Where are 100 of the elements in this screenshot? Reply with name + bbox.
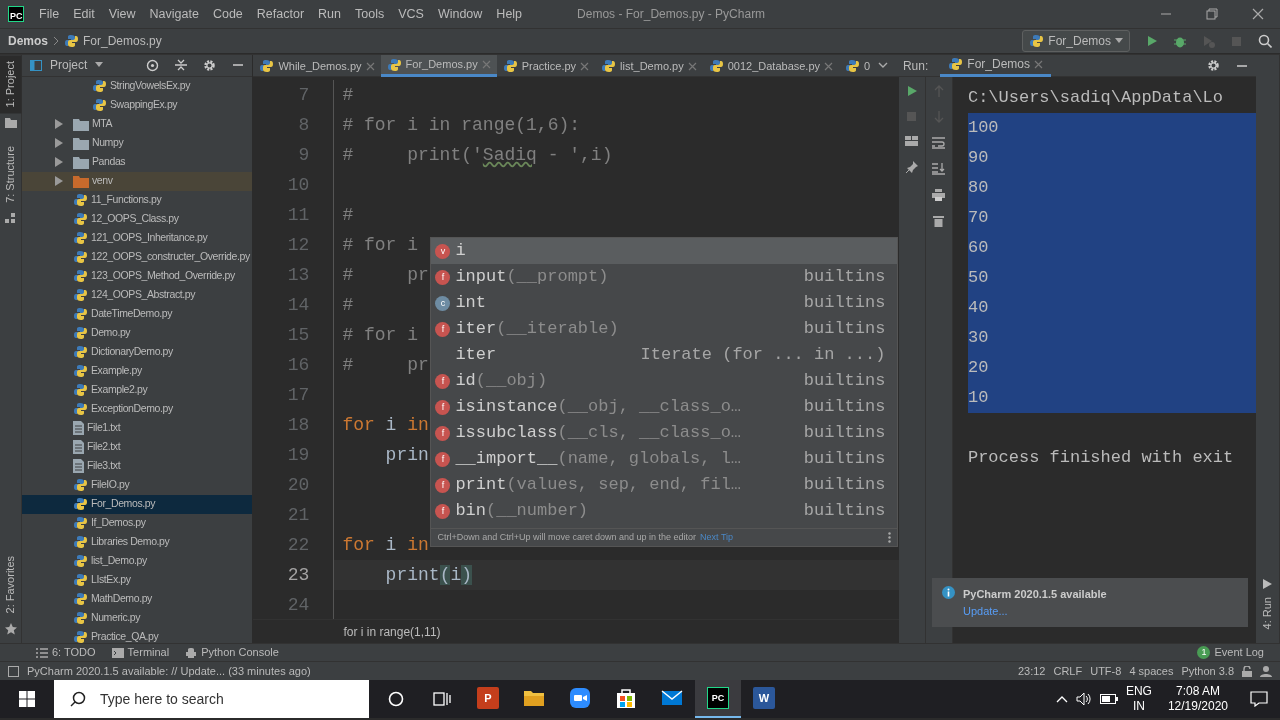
clock[interactable]: 7:08 AM 12/19/2020: [1167, 684, 1228, 714]
lock-icon[interactable]: [1242, 665, 1252, 677]
pin-icon[interactable]: [905, 161, 918, 173]
breadcrumb-item[interactable]: For_Demos.py: [83, 32, 162, 50]
run-config-dropdown[interactable]: For_Demos: [1022, 30, 1130, 52]
tree-item[interactable]: 124_OOPS_Abstract.py: [22, 285, 253, 305]
close-icon[interactable]: [580, 61, 590, 71]
collapsed-arrow-icon[interactable]: [54, 176, 64, 187]
shopping-bag-icon[interactable]: [615, 687, 637, 709]
tree-item[interactable]: DictionaryDemo.py: [22, 342, 253, 362]
tool-window-tab[interactable]: 2: Favorites: [0, 549, 22, 619]
tree-item[interactable]: ExceptionDemo.py: [22, 399, 253, 419]
tool-window-tab[interactable]: 1: Project: [0, 55, 22, 114]
menu-item[interactable]: Refactor: [249, 4, 312, 24]
tree-item[interactable]: Numeric.py: [22, 608, 253, 628]
event-log-tab[interactable]: 1 Event Log: [1197, 644, 1264, 661]
close-icon[interactable]: [1252, 8, 1264, 20]
speaker-icon[interactable]: [1075, 692, 1092, 706]
tree-item[interactable]: venv: [22, 171, 253, 191]
print-icon[interactable]: [932, 189, 946, 201]
more-icon[interactable]: [888, 532, 892, 543]
tree-item[interactable]: LIstEx.py: [22, 570, 253, 590]
cortana-icon[interactable]: [388, 691, 404, 707]
inspector-icon[interactable]: [1260, 665, 1272, 677]
menu-item[interactable]: Window: [430, 4, 490, 24]
status-item[interactable]: UTF-8: [1090, 662, 1122, 680]
status-item[interactable]: CRLF: [1053, 662, 1083, 680]
tree-item[interactable]: 12_OOPS_Class.py: [22, 209, 253, 229]
tree-item[interactable]: Practice_QA.py: [22, 627, 253, 643]
tree-item[interactable]: If_Demos.py: [22, 513, 253, 533]
tree-item[interactable]: Demo.py: [22, 323, 253, 343]
chevron-up-icon[interactable]: [1055, 695, 1068, 703]
tree-item[interactable]: MTA: [22, 114, 253, 134]
caret-icon[interactable]: [95, 62, 104, 69]
restore-icon[interactable]: [1206, 8, 1218, 20]
start-icon[interactable]: [19, 691, 35, 707]
menu-item[interactable]: VCS: [391, 4, 431, 24]
tree-item[interactable]: Libraries Demo.py: [22, 532, 253, 552]
collapse-icon[interactable]: [175, 59, 188, 72]
task-view-icon[interactable]: [433, 691, 451, 707]
completion-item[interactable]: f iter(__iterable) builtins: [431, 316, 898, 342]
tree-item[interactable]: File1.txt: [22, 418, 253, 438]
completion-item[interactable]: v i: [431, 238, 898, 264]
settings-icon[interactable]: [1207, 59, 1221, 72]
tree-item[interactable]: list_Demo.py: [22, 551, 253, 571]
menu-item[interactable]: Code: [205, 4, 250, 24]
powerpoint-app-icon[interactable]: P: [477, 687, 499, 709]
target-icon[interactable]: [146, 58, 160, 72]
word-app-icon[interactable]: W: [753, 687, 775, 709]
editor-tab[interactable]: 0: [839, 55, 877, 77]
tool-window-tab[interactable]: 6: TODO: [36, 644, 96, 661]
completion-item[interactable]: f id(__obj) builtins: [431, 368, 898, 394]
tree-item[interactable]: Numpy: [22, 133, 253, 153]
star-icon[interactable]: [4, 623, 17, 635]
editor-tab[interactable]: Practice.py: [496, 55, 596, 77]
completion-item[interactable]: c int builtins: [431, 290, 898, 316]
breadcrumb-item[interactable]: for i in range(1,11): [343, 622, 441, 641]
completion-item[interactable]: f issubclass(__cls, __class_o… builtins: [431, 420, 898, 446]
tree-item[interactable]: FileIO.py: [22, 475, 253, 495]
menu-item[interactable]: View: [101, 4, 143, 24]
tree-item[interactable]: MathDemo.py: [22, 589, 253, 609]
menu-item[interactable]: Tools: [348, 4, 392, 24]
breadcrumb-item[interactable]: Demos: [8, 32, 48, 50]
menu-item[interactable]: Help: [489, 4, 530, 24]
editor-tab[interactable]: For_Demos.py: [380, 55, 497, 77]
completion-item[interactable]: f isinstance(__obj, __class_o… builtins: [431, 394, 898, 420]
chevron-down-icon[interactable]: [878, 61, 889, 70]
close-icon[interactable]: [687, 61, 697, 71]
collapsed-arrow-icon[interactable]: [54, 138, 64, 149]
run-icon[interactable]: [905, 85, 918, 97]
collapsed-arrow-icon[interactable]: [54, 157, 64, 168]
collapsed-arrow-icon[interactable]: [54, 119, 64, 130]
menu-item[interactable]: Run: [311, 4, 348, 24]
editor-tab[interactable]: While_Demos.py: [253, 55, 381, 77]
editor-tab[interactable]: 0012_Database.py: [702, 55, 840, 77]
search-icon[interactable]: [1258, 34, 1272, 48]
video-camera-icon[interactable]: [569, 687, 591, 709]
battery-icon[interactable]: [1099, 694, 1118, 704]
run-icon[interactable]: [1146, 35, 1158, 47]
settings-icon[interactable]: [203, 58, 217, 72]
menu-item[interactable]: File: [32, 4, 67, 24]
close-icon[interactable]: [824, 61, 834, 71]
status-item[interactable]: 4 spaces: [1129, 662, 1174, 680]
completion-item[interactable]: f bin(__number) builtins: [431, 498, 898, 524]
trash-icon[interactable]: [933, 215, 945, 227]
completion-item[interactable]: f input(__prompt) builtins: [431, 264, 898, 290]
tool-window-tab[interactable]: 7: Structure: [0, 140, 22, 210]
notification-icon[interactable]: [1250, 691, 1268, 707]
tree-item[interactable]: For_Demos.py: [22, 494, 253, 514]
menu-item[interactable]: Edit: [66, 4, 102, 24]
tree-item[interactable]: Pandas: [22, 152, 253, 172]
run-tab[interactable]: For_Demos: [940, 54, 1051, 77]
run-icon[interactable]: [1263, 578, 1273, 589]
tool-window-tab[interactable]: Python Console: [185, 644, 279, 661]
menu-item[interactable]: Navigate: [142, 4, 206, 24]
tree-item[interactable]: DateTimeDemo.py: [22, 304, 253, 324]
language-indicator[interactable]: ENG IN: [1125, 684, 1152, 714]
tree-item[interactable]: Example2.py: [22, 380, 253, 400]
tree-item[interactable]: 123_OOPS_Method_Override.py: [22, 266, 253, 286]
tree-item[interactable]: File3.txt: [22, 456, 253, 476]
